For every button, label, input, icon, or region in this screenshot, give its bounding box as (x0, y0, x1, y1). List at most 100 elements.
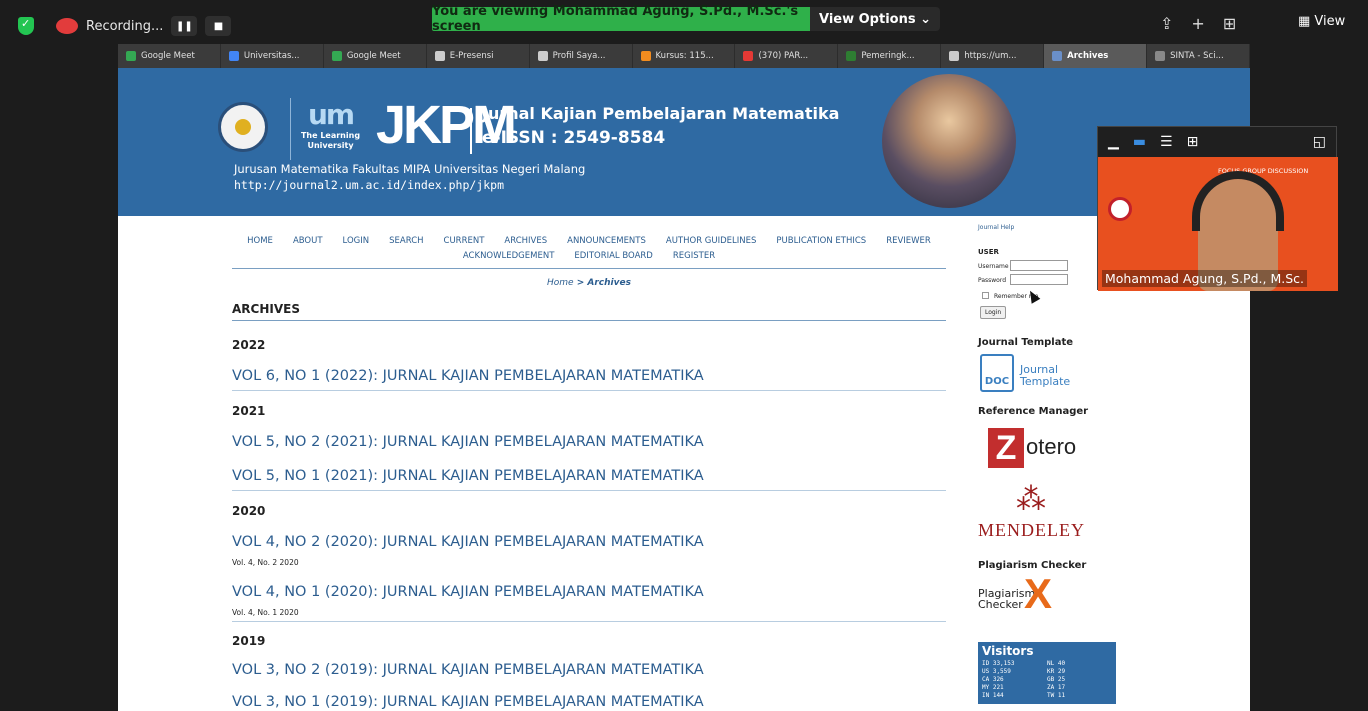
browser-tab-bar: Google Meet Universitas... Google Meet E-Pr… (118, 44, 1250, 68)
plagiarism-x-icon[interactable]: X (1024, 570, 1052, 618)
zotero-logo-text[interactable]: otero (1026, 434, 1076, 460)
nav-link[interactable]: HOME (247, 236, 273, 246)
breadcrumb-current[interactable]: Archives (587, 278, 631, 288)
tab-label: Kursus: 115... (655, 51, 714, 61)
journal-title: Jurnal Kajian Pembelajaran Matematika (482, 104, 840, 123)
exit-float-icon[interactable]: ◱ (1313, 134, 1326, 150)
um-logo-text: um (307, 98, 355, 131)
university-seal-logo (218, 102, 268, 152)
tab-label: Profil Saya... (552, 51, 606, 61)
mendeley-icon[interactable]: ⁂ (1016, 482, 1046, 517)
list-view-icon[interactable]: ☰ (1160, 134, 1173, 150)
browser-tab[interactable]: SINTA - Sci... (1147, 44, 1250, 68)
browser-tab[interactable]: E-Presensi (427, 44, 530, 68)
issue-link[interactable]: VOL 4, NO 2 (2020): JURNAL KAJIAN PEMBEL… (232, 534, 704, 550)
stop-recording-icon[interactable]: ■ (205, 16, 232, 36)
doc-icon[interactable]: DOC (980, 354, 1014, 392)
tab-favicon-icon (434, 51, 445, 61)
mendeley-logo-text[interactable]: MENDELEY (978, 520, 1085, 541)
journal-url: http://journal2.um.ac.id/index.php/jkpm (234, 178, 505, 192)
plus-icon[interactable]: + (1191, 14, 1204, 33)
journal-template-link[interactable]: Journal Template (1020, 364, 1090, 388)
browser-tab[interactable]: Google Meet (324, 44, 427, 68)
grid-icon[interactable]: ⊞ (1223, 14, 1236, 33)
browser-tab[interactable]: Archives (1044, 44, 1148, 68)
browser-tab[interactable]: Profil Saya... (530, 44, 633, 68)
tab-label: SINTA - Sci... (1170, 51, 1224, 61)
minimize-icon[interactable]: ▁ (1108, 134, 1119, 150)
visitor-stat: IN 144 (982, 692, 1004, 699)
nav-link[interactable]: AUTHOR GUIDELINES (666, 236, 757, 246)
issue-link[interactable]: VOL 6, NO 1 (2022): JURNAL KAJIAN PEMBEL… (232, 368, 704, 384)
share-icon[interactable]: ⇪ (1160, 14, 1173, 33)
tab-favicon-icon (1052, 51, 1063, 61)
tab-label: E-Presensi (449, 51, 494, 61)
year-heading: 2020 (232, 504, 266, 518)
speaker-badge-icon (1108, 197, 1132, 221)
tab-label: Google Meet (346, 51, 401, 61)
gallery-view-icon[interactable]: ⊞ (1187, 134, 1199, 150)
reference-manager-heading: Reference Manager (978, 406, 1089, 417)
journal-help-link[interactable]: Journal Help (978, 224, 1014, 231)
visitor-stat: KR 29 (1047, 668, 1066, 675)
view-button[interactable]: ▦ View (1298, 14, 1345, 29)
nav-link[interactable]: REGISTER (673, 251, 715, 261)
tab-favicon-icon (640, 51, 651, 61)
tab-favicon-icon (126, 51, 136, 61)
issue-link[interactable]: VOL 3, NO 2 (2019): JURNAL KAJIAN PEMBEL… (232, 662, 704, 678)
page-title: ARCHIVES (232, 302, 300, 316)
journal-department: Jurusan Matematika Fakultas MIPA Univers… (234, 162, 586, 176)
visitor-stat: ID 33,153 (982, 660, 1015, 667)
participant-name: Mohammad Agung, S.Pd., M.Sc. (1102, 270, 1307, 287)
issue-link[interactable]: VOL 4, NO 1 (2020): JURNAL KAJIAN PEMBEL… (232, 584, 704, 600)
visitors-stats: ID 33,153 NL 40 US 3,559 KR 29 CA 326 GB 25 MY… (978, 660, 1116, 700)
username-input[interactable] (1010, 260, 1068, 271)
issue-subtitle: Vol. 4, No. 2 2020 (232, 558, 299, 567)
nav-link[interactable]: ANNOUNCEMENTS (567, 236, 646, 246)
nav-link[interactable]: ACKNOWLEDGEMENT (463, 251, 555, 261)
browser-tab[interactable]: Kursus: 115... (633, 44, 736, 68)
nav-link[interactable]: REVIEWER (886, 236, 931, 246)
security-shield-icon[interactable] (18, 17, 34, 35)
tab-label: Pemeringk... (861, 51, 915, 61)
view-grid-icon: ▦ (1298, 14, 1315, 29)
browser-tab[interactable]: Pemeringk... (838, 44, 942, 68)
browser-tab[interactable]: Google Meet (118, 44, 221, 68)
visitor-stat: GB 25 (1047, 676, 1066, 683)
password-input[interactable] (1010, 274, 1068, 285)
nav-link[interactable]: SEARCH (389, 236, 423, 246)
browser-tab[interactable]: https://um... (941, 44, 1045, 68)
tab-favicon-icon (228, 51, 239, 61)
browser-tab[interactable]: Universitas... (221, 44, 324, 68)
journal-template-heading: Journal Template (978, 337, 1074, 348)
nav-link[interactable]: CURRENT (444, 236, 485, 246)
speaker-video-window[interactable]: ▁ ▬ ☰ ⊞ ◱ FOCUS GROUP DISCUSSION Mohamma… (1097, 126, 1338, 291)
browser-tab[interactable]: (370) PAR... (735, 44, 839, 68)
headset-icon (1192, 171, 1284, 231)
recording-label[interactable]: Recording... (86, 19, 163, 34)
password-label: Password (978, 277, 1007, 284)
view-options-button[interactable]: View Options ⌄ (810, 7, 940, 31)
issue-link[interactable]: VOL 5, NO 1 (2021): JURNAL KAJIAN PEMBEL… (232, 468, 704, 484)
breadcrumb-home[interactable]: Home (547, 278, 574, 288)
pause-recording-icon[interactable]: ❚❚ (171, 16, 198, 36)
main-nav: HOME ABOUT LOGIN SEARCH CURRENT ARCHIVES ANNOU… (232, 234, 946, 264)
issue-link[interactable]: VOL 5, NO 2 (2021): JURNAL KAJIAN PEMBEL… (232, 434, 704, 450)
nav-link[interactable]: ARCHIVES (504, 236, 547, 246)
visitors-widget[interactable]: Visitors ID 33,153 NL 40 US 3,559 KR 29 CA 3… (978, 642, 1116, 704)
nav-link[interactable]: ABOUT (293, 236, 323, 246)
speaker-view-icon[interactable]: ▬ (1133, 134, 1146, 150)
zotero-logo-icon[interactable]: Z (988, 428, 1024, 468)
nav-link[interactable]: LOGIN (343, 236, 370, 246)
tab-label: (370) PAR... (758, 51, 809, 61)
zoom-right-icons: ⇪ + ⊞ (1160, 14, 1236, 33)
nav-divider (232, 268, 946, 269)
nav-link[interactable]: PUBLICATION ETHICS (776, 236, 866, 246)
issue-link[interactable]: VOL 3, NO 1 (2019): JURNAL KAJIAN PEMBEL… (232, 694, 704, 710)
remember-me-checkbox[interactable] (982, 292, 989, 299)
nav-link[interactable]: EDITORIAL BOARD (574, 251, 652, 261)
user-heading: USER (978, 248, 999, 256)
plagiarism-checker-text[interactable]: Plagiarism Checker (978, 588, 1035, 610)
login-button[interactable]: Login (980, 306, 1007, 319)
tab-label: https://um... (964, 51, 1017, 61)
